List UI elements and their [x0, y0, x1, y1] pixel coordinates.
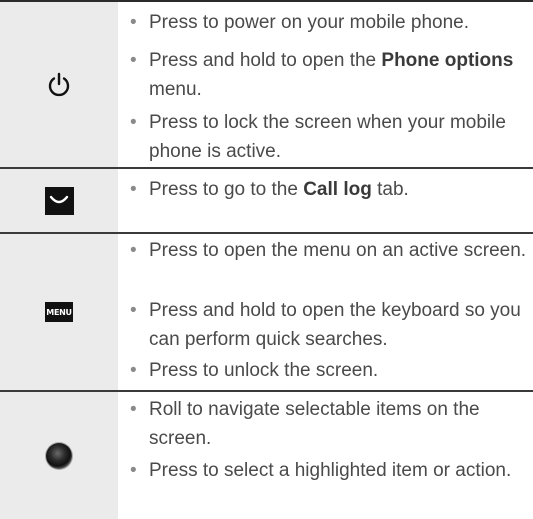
bullet-dot: •: [130, 50, 137, 71]
bullet-dot: •: [130, 12, 137, 33]
list-item: • Press to open the menu on an active sc…: [130, 236, 530, 265]
bullet-text: Press to power on your mobile phone.: [149, 12, 470, 33]
bullet-text: Press to open the menu on an active scre…: [149, 240, 527, 261]
power-icon: [48, 72, 70, 96]
list-item: • Press to power on your mobile phone.: [130, 8, 530, 37]
smile-curve-icon: [49, 195, 69, 203]
power-key-descriptions: • Press to power on your mobile phone. •…: [118, 2, 533, 167]
call-log-key-icon: [44, 186, 74, 215]
call-log-key-row: • Press to go to the Call log tab.: [0, 169, 533, 232]
menu-key-icon: MENU: [45, 302, 73, 322]
menu-key-icon-cell: MENU: [0, 234, 118, 390]
list-item: • Press to go to the Call log tab.: [130, 175, 530, 204]
bullet-text: Roll to navigate selectable items on the…: [149, 399, 480, 449]
list-item: • Press to unlock the screen.: [130, 356, 530, 385]
bullet-dot: •: [130, 112, 137, 133]
call-log-key-icon-cell: [0, 169, 118, 232]
power-key-icon-cell: [0, 2, 118, 167]
power-key-row: • Press to power on your mobile phone. •…: [0, 2, 533, 167]
menu-key-descriptions: • Press to open the menu on an active sc…: [118, 234, 533, 390]
bullet-dot: •: [130, 460, 137, 481]
list-item: • Press to select a highlighted item or …: [130, 456, 530, 485]
bullet-dot: •: [130, 179, 137, 200]
bullet-text: Press to unlock the screen.: [149, 360, 379, 381]
bullet-text: Press and hold to open the Phone options…: [149, 50, 514, 100]
trackball-icon-cell: [0, 392, 118, 519]
bullet-text: Press to lock the screen when your mobil…: [149, 112, 506, 162]
bullet-dot: •: [130, 360, 137, 381]
menu-key-row: MENU • Press to open the menu on an acti…: [0, 234, 533, 390]
trackball-icon: [46, 442, 72, 469]
bullet-text: Press and hold to open the keyboard so y…: [149, 300, 521, 350]
trackball-descriptions: • Roll to navigate selectable items on t…: [118, 392, 533, 519]
list-item: • Press and hold to open the keyboard so…: [130, 296, 530, 354]
list-item: • Press to lock the screen when your mob…: [130, 108, 530, 166]
list-item: • Roll to navigate selectable items on t…: [130, 395, 530, 453]
bullet-dot: •: [130, 399, 137, 420]
list-item: • Press and hold to open the Phone optio…: [130, 46, 530, 104]
call-log-key-descriptions: • Press to go to the Call log tab.: [118, 169, 533, 232]
trackball-row: • Roll to navigate selectable items on t…: [0, 392, 533, 519]
bullet-dot: •: [130, 240, 137, 261]
bullet-text: Press to go to the Call log tab.: [149, 179, 409, 200]
bullet-text: Press to select a highlighted item or ac…: [149, 460, 512, 481]
bullet-dot: •: [130, 300, 137, 321]
